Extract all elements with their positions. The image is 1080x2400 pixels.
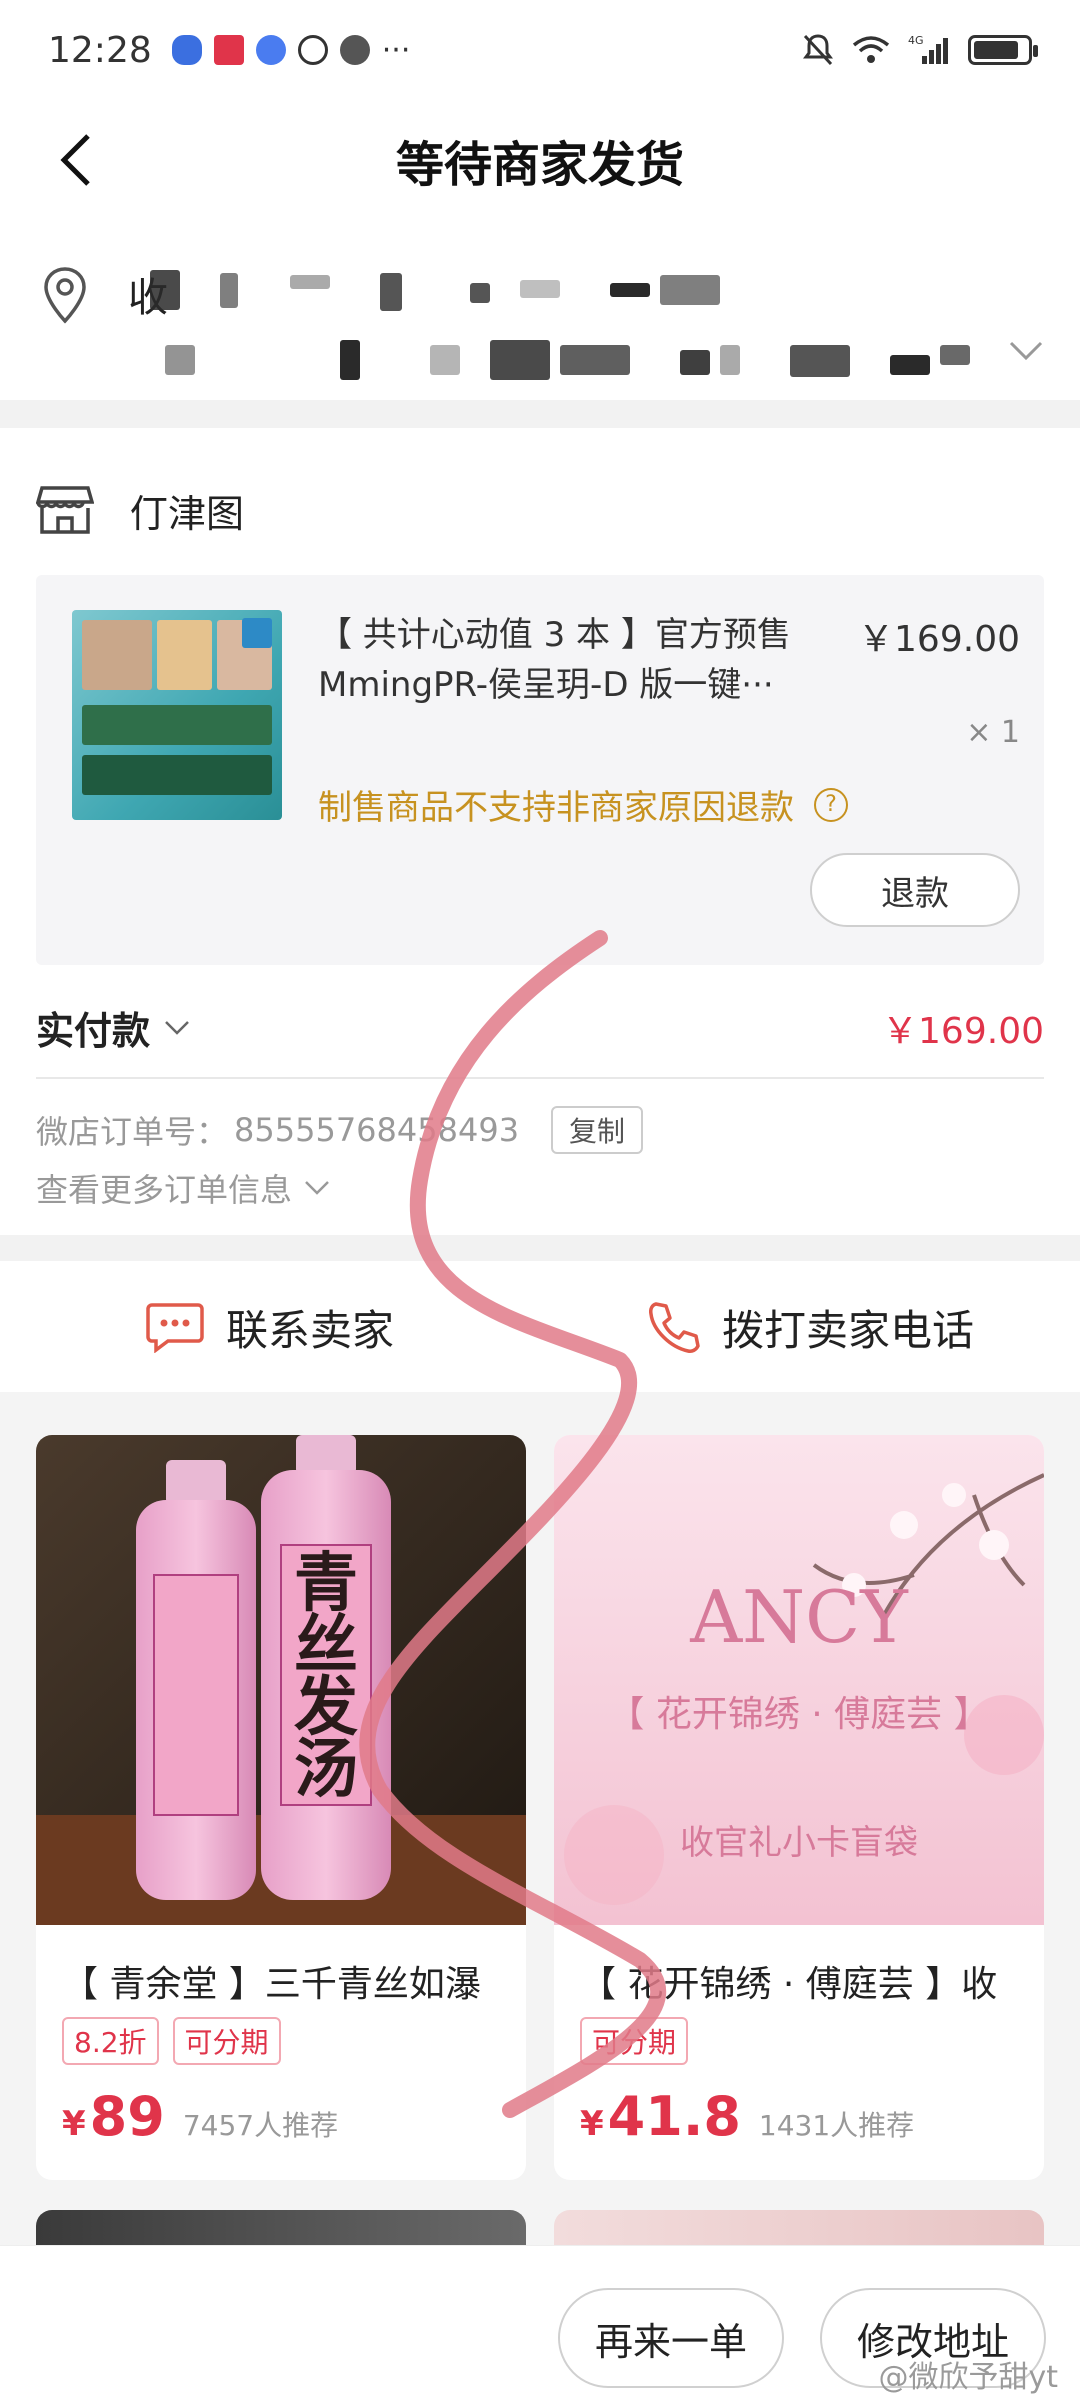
battery-icon (968, 35, 1038, 65)
chat-bubble-icon (146, 1303, 204, 1353)
refund-button[interactable]: 退款 (810, 853, 1020, 927)
chevron-down-icon (305, 1180, 329, 1195)
card-title: 【 花开锦绣 · 傅庭芸 】收 (580, 1964, 998, 2005)
app-notification-icon (213, 35, 244, 65)
card-title: 【 青余堂 】三千青丝如瀑 (62, 1964, 481, 2005)
copy-button[interactable]: 复制 (551, 1106, 644, 1154)
paid-label: 实付款 (36, 1009, 151, 1053)
product-image[interactable] (36, 1435, 526, 1925)
store-header[interactable]: 仃津图 (36, 470, 244, 550)
product-quantity: × 1 (966, 715, 1020, 750)
expand-chevron-icon[interactable] (1008, 340, 1044, 362)
installment-tag: 可分期 (580, 2017, 689, 2065)
recommend-count: 7457人推荐 (182, 2109, 339, 2142)
card-price: 41.8 (607, 2085, 741, 2148)
card-price: 89 (89, 2085, 165, 2148)
recommendation-card[interactable]: ANCY 【 花开锦绣 · 傅庭芸 】 收官礼小卡盲袋 【 花开锦绣 · 傅庭芸… (554, 1435, 1044, 2180)
product-price: ￥169.00 (858, 619, 1020, 660)
card-price-row: ¥ 41.8 1431人推荐 (580, 2085, 914, 2148)
order-item[interactable]: 【 共计心动值 3 本 】官方预售 MmingPR-侯呈玥-D 版一键··· ￥… (36, 575, 1044, 965)
card-tags: 可分期 (580, 2017, 689, 2065)
order-detail-screen: { "status_bar": {"time": "12:28", "more"… (0, 0, 1080, 2400)
refund-notice: 制售商品不支持非商家原因退款 ? (318, 780, 848, 829)
installment-tag: 可分期 (172, 2017, 281, 2065)
order-number-value: 85555768458493 (234, 1111, 520, 1149)
section-divider (0, 400, 1080, 428)
status-bar: 12:28 ··· 4G (0, 0, 1080, 100)
contact-bar: 联系卖家 拨打卖家电话 (0, 1262, 1080, 1392)
contact-seller-button[interactable]: 联系卖家 (0, 1262, 540, 1392)
more-order-info-label: 查看更多订单信息 (36, 1170, 293, 1209)
mute-icon (803, 34, 833, 66)
shipping-address[interactable]: 收 (0, 245, 1080, 420)
shield-icon (171, 35, 202, 65)
call-seller-button[interactable]: 拨打卖家电话 (540, 1262, 1080, 1392)
phone-icon (648, 1302, 700, 1353)
refund-notice-text: 制售商品不支持非商家原因退款 (318, 788, 794, 828)
location-pin-icon (44, 267, 86, 324)
image-subtitle-text: 【 花开锦绣 · 傅庭芸 】 (608, 1694, 990, 1735)
recommend-count: 1431人推荐 (758, 2109, 915, 2142)
chevron-down-icon[interactable] (164, 1020, 190, 1036)
svg-text:4G: 4G (908, 34, 924, 47)
paid-amount: ￥169.00 (882, 1010, 1044, 1052)
wechat-icon (339, 35, 370, 65)
status-time: 12:28 (48, 29, 152, 71)
contact-seller-label: 联系卖家 (225, 1305, 394, 1355)
recommendation-card[interactable]: 青丝发汤 【 青余堂 】三千青丝如瀑 8.2折 可分期 ¥ 89 7457人推荐 (36, 1435, 526, 2180)
alert-icon (297, 35, 328, 65)
card-tags: 8.2折 可分期 (62, 2017, 281, 2065)
call-seller-label: 拨打卖家电话 (721, 1305, 974, 1355)
back-arrow-icon[interactable] (50, 130, 110, 190)
more-notifications-icon: ··· (381, 32, 411, 68)
page-title: 等待商家发货 (395, 137, 684, 193)
bottle-label-text: 青丝发汤 (294, 1547, 358, 1807)
product-title: 【 共计心动值 3 本 】官方预售 MmingPR-侯呈玥-D 版一键··· (318, 615, 791, 705)
wifi-icon (852, 36, 890, 63)
card-price-row: ¥ 89 7457人推荐 (62, 2085, 338, 2148)
store-icon (36, 486, 94, 534)
watermark: @微欣予甜yt (878, 2360, 1058, 2395)
section-divider (0, 1235, 1080, 1261)
order-number-label: 微店订单号： (36, 1113, 229, 1151)
image-brand-text: ANCY (690, 1575, 908, 1659)
reorder-button[interactable]: 再来一单 (558, 2288, 784, 2388)
paid-amount-row[interactable]: 实付款 ￥169.00 (36, 990, 1044, 1065)
order-number-row: 微店订单号： 85555768458493 复制 (36, 1100, 644, 1160)
store-name: 仃津图 (130, 491, 245, 536)
app-badge-icon (255, 35, 286, 65)
nav-bar: 等待商家发货 (0, 100, 1080, 220)
signal-icon: 4G (908, 34, 948, 64)
help-circle-icon[interactable]: ? (814, 787, 848, 822)
discount-tag: 8.2折 (62, 2017, 159, 2065)
currency-symbol: ¥ (62, 2104, 86, 2144)
more-order-info[interactable]: 查看更多订单信息 (36, 1160, 330, 1215)
divider (36, 1077, 1044, 1079)
currency-symbol: ¥ (580, 2104, 604, 2144)
product-thumbnail[interactable] (72, 610, 282, 820)
image-caption-text: 收官礼小卡盲袋 (680, 1823, 918, 1863)
